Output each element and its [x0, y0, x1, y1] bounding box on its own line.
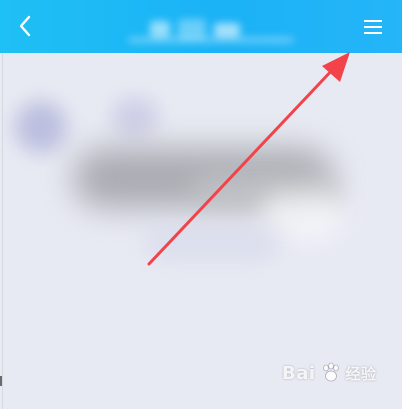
watermark-brand: Bai — [282, 362, 316, 384]
paw-icon — [322, 362, 339, 382]
watermark-suffix: 经验 — [345, 364, 377, 383]
edge-marker — [0, 376, 2, 386]
baidu-jingyan-watermark: Bai 经验 — [282, 353, 394, 393]
annotation-arrow — [147, 52, 350, 266]
screen: Bai 经验 — [0, 0, 402, 409]
